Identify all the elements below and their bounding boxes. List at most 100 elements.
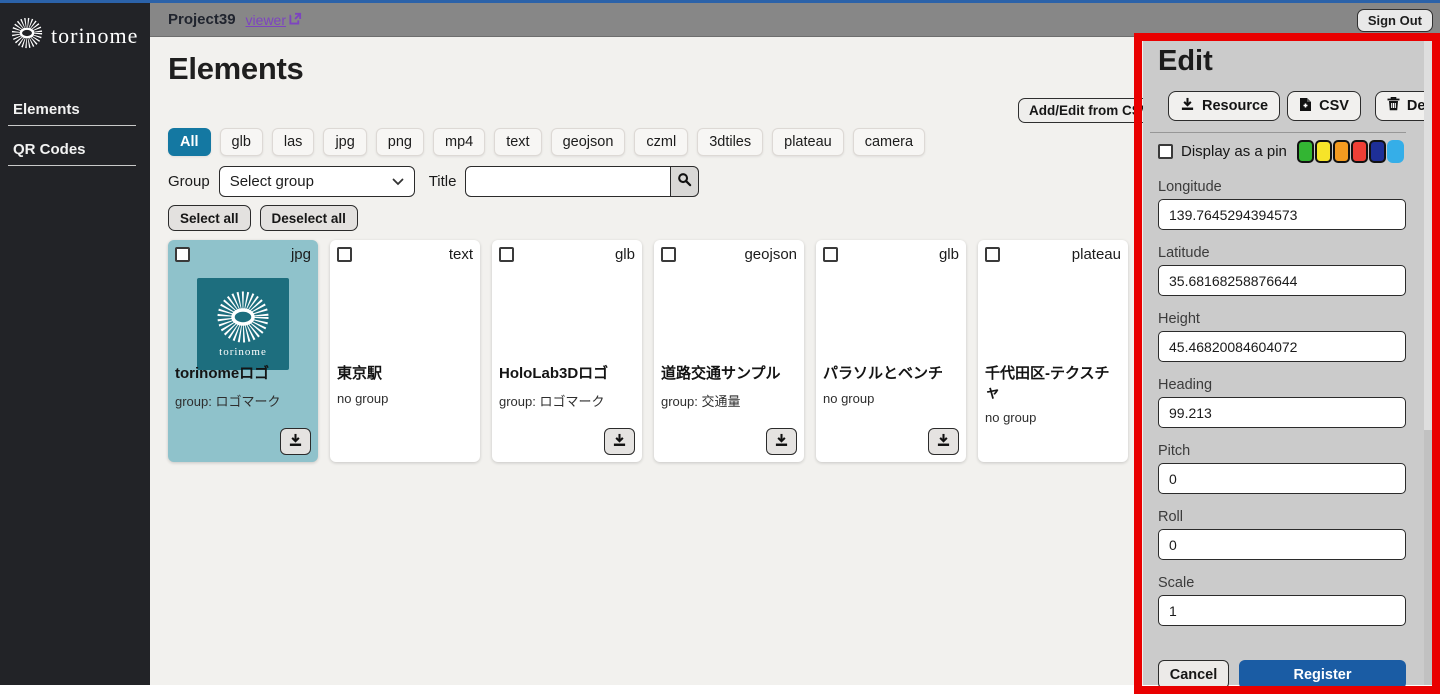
- pitch-field: Pitch: [1158, 443, 1406, 494]
- deselect-all-button[interactable]: Deselect all: [260, 205, 358, 231]
- tab-czml[interactable]: czml: [634, 128, 688, 156]
- download-button[interactable]: [766, 428, 797, 455]
- download-button[interactable]: [604, 428, 635, 455]
- heading-input[interactable]: [1158, 397, 1406, 428]
- tab-geojson[interactable]: geojson: [551, 128, 626, 156]
- card-checkbox[interactable]: [823, 247, 838, 262]
- sidebar-item-elements[interactable]: Elements: [8, 101, 136, 126]
- card-group: no group: [337, 391, 473, 406]
- heading-field: Heading: [1158, 377, 1406, 428]
- tab-jpg[interactable]: jpg: [323, 128, 366, 156]
- scale-field: Scale: [1158, 575, 1406, 626]
- pin-color-green[interactable]: [1297, 140, 1314, 163]
- edit-panel: Edit Resource CSV Delete Display as a pi…: [1143, 37, 1432, 685]
- brand: torinome: [0, 3, 150, 55]
- roll-input[interactable]: [1158, 529, 1406, 560]
- scrollbar-thumb[interactable]: [1424, 37, 1432, 430]
- download-icon: [288, 433, 303, 450]
- element-card[interactable]: geojson 道路交通サンプル group: 交通量: [654, 240, 804, 462]
- search-button[interactable]: [670, 166, 699, 197]
- tab-text[interactable]: text: [494, 128, 541, 156]
- edit-panel-title: Edit: [1158, 45, 1406, 78]
- sign-out-button[interactable]: Sign Out: [1357, 9, 1433, 32]
- select-all-button[interactable]: Select all: [168, 205, 251, 231]
- download-icon: [612, 433, 627, 450]
- element-card[interactable]: plateau 千代田区-テクスチャ no group: [978, 240, 1128, 462]
- download-button[interactable]: [280, 428, 311, 455]
- card-checkbox[interactable]: [499, 247, 514, 262]
- card-group: group: ロゴマーク: [499, 391, 635, 410]
- card-checkbox[interactable]: [661, 247, 676, 262]
- height-input[interactable]: [1158, 331, 1406, 362]
- topbar: Project39 viewer Sign Out: [150, 3, 1440, 37]
- latitude-input[interactable]: [1158, 265, 1406, 296]
- pin-color-yellow[interactable]: [1315, 140, 1332, 163]
- card-type-badge: glb: [939, 247, 959, 262]
- project-name: Project39: [168, 11, 236, 28]
- tab-plateau[interactable]: plateau: [772, 128, 844, 156]
- tab-all[interactable]: All: [168, 128, 211, 156]
- pin-color-swatches: [1297, 140, 1404, 163]
- pin-color-navy[interactable]: [1369, 140, 1386, 163]
- tab-glb[interactable]: glb: [220, 128, 263, 156]
- tab-png[interactable]: png: [376, 128, 424, 156]
- longitude-input[interactable]: [1158, 199, 1406, 230]
- brand-name: torinome: [51, 23, 138, 49]
- tab-las[interactable]: las: [272, 128, 315, 156]
- longitude-field: Longitude: [1158, 179, 1406, 230]
- card-checkbox[interactable]: [985, 247, 1000, 262]
- svg-text:torinome: torinome: [219, 346, 267, 358]
- pitch-input[interactable]: [1158, 463, 1406, 494]
- pitch-label: Pitch: [1158, 443, 1406, 459]
- latitude-label: Latitude: [1158, 245, 1406, 261]
- search-icon: [677, 172, 692, 190]
- card-title: パラソルとベンチ: [823, 365, 959, 384]
- element-card[interactable]: jpg torinome torinomeロゴ group: ロゴマーク: [168, 240, 318, 462]
- pin-color-lightblue[interactable]: [1387, 140, 1404, 163]
- card-title: 東京駅: [337, 365, 473, 384]
- card-group: no group: [985, 410, 1121, 425]
- card-checkbox[interactable]: [175, 247, 190, 262]
- scale-input[interactable]: [1158, 595, 1406, 626]
- csv-file-icon: [1299, 97, 1312, 116]
- title-label: Title: [429, 173, 457, 190]
- tab-camera[interactable]: camera: [853, 128, 925, 156]
- sidebar-item-qr-codes[interactable]: QR Codes: [8, 141, 136, 166]
- card-type-badge: glb: [615, 247, 635, 262]
- element-card[interactable]: glb HoloLab3Dロゴ group: ロゴマーク: [492, 240, 642, 462]
- tab-mp4[interactable]: mp4: [433, 128, 485, 156]
- element-card[interactable]: glb パラソルとベンチ no group: [816, 240, 966, 462]
- display-as-pin-checkbox[interactable]: [1158, 144, 1173, 159]
- card-title: 千代田区-テクスチャ: [985, 365, 1121, 403]
- external-link-icon: [289, 12, 302, 28]
- csv-button[interactable]: CSV: [1287, 91, 1361, 121]
- download-button[interactable]: [928, 428, 959, 455]
- pin-color-red[interactable]: [1351, 140, 1368, 163]
- download-icon: [936, 433, 951, 450]
- title-search-input[interactable]: [465, 166, 671, 197]
- viewer-link[interactable]: viewer: [246, 12, 302, 28]
- edit-panel-footer: Cancel Register: [1158, 660, 1406, 689]
- panel-divider: [1150, 132, 1406, 133]
- cancel-button[interactable]: Cancel: [1158, 660, 1229, 689]
- display-as-pin-row: Display as a pin: [1158, 139, 1406, 164]
- roll-label: Roll: [1158, 509, 1406, 525]
- tab-3dtiles[interactable]: 3dtiles: [697, 128, 763, 156]
- group-label: Group: [168, 173, 210, 190]
- card-checkbox[interactable]: [337, 247, 352, 262]
- card-title: torinomeロゴ: [175, 365, 311, 384]
- scale-label: Scale: [1158, 575, 1406, 591]
- heading-label: Heading: [1158, 377, 1406, 393]
- roll-field: Roll: [1158, 509, 1406, 560]
- register-button[interactable]: Register: [1239, 660, 1406, 689]
- card-group: no group: [823, 391, 959, 406]
- group-select[interactable]: Select group: [219, 166, 415, 197]
- height-field: Height: [1158, 311, 1406, 362]
- element-card[interactable]: text 東京駅 no group: [330, 240, 480, 462]
- edit-panel-scrollbar[interactable]: [1424, 37, 1432, 685]
- card-type-badge: plateau: [1072, 247, 1121, 262]
- add-edit-from-csv-button[interactable]: Add/Edit from CSV: [1018, 98, 1161, 123]
- card-thumbnail: torinome: [175, 278, 311, 363]
- resource-button[interactable]: Resource: [1168, 91, 1280, 121]
- pin-color-orange[interactable]: [1333, 140, 1350, 163]
